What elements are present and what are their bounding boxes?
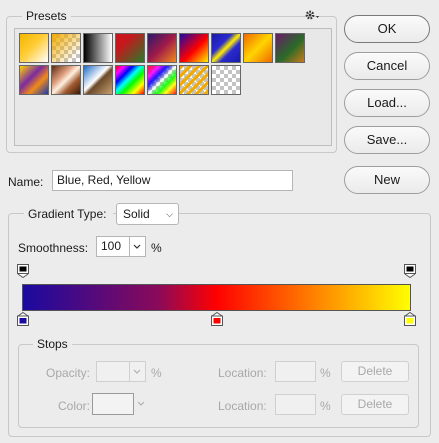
preset-swatch-fill (212, 66, 240, 94)
preset-swatch-fill (148, 66, 176, 94)
preset-swatch-blue-red-yellow[interactable] (179, 33, 209, 63)
smoothness-field[interactable]: 100 (96, 236, 130, 257)
preset-swatch-fill (52, 66, 80, 94)
preset-swatch-fill (20, 34, 48, 62)
save-button[interactable]: Save... (344, 126, 430, 154)
presets-title: Presets (22, 9, 71, 23)
preset-swatch-transparent-checker[interactable] (211, 65, 241, 95)
preset-swatch-yellow-violet-orange-blue[interactable] (19, 65, 49, 95)
color-delete-button[interactable]: Delete (341, 394, 409, 415)
chevron-down-icon (133, 369, 141, 374)
color-label: Color: (58, 399, 91, 413)
opacity-field[interactable] (96, 361, 130, 382)
opacity-stop-right[interactable] (404, 264, 416, 278)
preset-swatch-copper[interactable] (51, 65, 81, 95)
preset-swatch-fill (212, 34, 240, 62)
color-location-label: Location: (218, 399, 267, 413)
cancel-button[interactable]: Cancel (344, 52, 430, 80)
preset-swatch-fill (148, 34, 176, 62)
color-stop-yellow[interactable] (404, 312, 416, 326)
gradient-preview-bar[interactable] (22, 284, 411, 311)
smoothness-label: Smoothness: (18, 241, 89, 255)
opacity-dropdown-button[interactable] (130, 361, 146, 382)
new-button[interactable]: New (344, 166, 430, 194)
preset-swatch-foreground-to-transparent[interactable] (51, 33, 81, 63)
gradient-type-select[interactable]: Solid ⌵ (116, 203, 179, 225)
gradient-type-value: Solid (123, 207, 150, 221)
name-label: Name: (8, 175, 44, 189)
color-stop-red[interactable] (211, 312, 223, 326)
color-location-unit: % (320, 399, 331, 413)
preset-swatch-spectrum[interactable] (115, 65, 145, 95)
color-location-field[interactable] (275, 394, 316, 415)
preset-swatch-fill (116, 34, 144, 62)
smoothness-dropdown-button[interactable] (130, 236, 146, 257)
preset-swatch-fill (180, 34, 208, 62)
opacity-delete-button[interactable]: Delete (341, 361, 409, 382)
opacity-stop-left[interactable] (17, 264, 29, 278)
opacity-location-field[interactable] (275, 361, 316, 382)
preset-swatch-fill (84, 34, 112, 62)
gradient-type-label: Gradient Type: (24, 207, 113, 221)
opacity-label: Opacity: (46, 366, 91, 380)
name-field[interactable]: Blue, Red, Yellow (52, 170, 293, 191)
ok-button[interactable]: OK (344, 15, 430, 43)
stops-group (18, 344, 419, 428)
preset-swatch-orange-yellow-orange[interactable] (243, 33, 273, 63)
gear-icon[interactable] (304, 8, 322, 22)
chevron-down-icon: ⌵ (166, 209, 173, 219)
opacity-location-unit: % (320, 366, 331, 380)
preset-swatch-red-green[interactable] (115, 33, 145, 63)
preset-swatch-fill (20, 66, 48, 94)
preset-swatch-fill (276, 34, 304, 62)
opacity-location-label: Location: (218, 366, 267, 380)
preset-swatch-fill (180, 66, 208, 94)
chevron-down-icon (133, 244, 141, 249)
preset-swatch-chrome[interactable] (83, 65, 113, 95)
color-stop-blue[interactable] (17, 312, 29, 326)
preset-swatch-transparent-rainbow[interactable] (147, 65, 177, 95)
opacity-unit: % (151, 366, 162, 380)
preset-swatch-foreground-to-background[interactable] (19, 33, 49, 63)
preset-swatch-fill (116, 66, 144, 94)
stops-title: Stops (33, 337, 72, 351)
preset-swatch-black-white[interactable] (83, 33, 113, 63)
preset-swatch-violet-orange[interactable] (147, 33, 177, 63)
preset-swatch-blue-yellow-blue[interactable] (211, 33, 241, 63)
presets-swatch-grid (14, 28, 332, 146)
chevron-down-icon[interactable] (136, 398, 146, 410)
preset-swatch-violet-green-orange[interactable] (275, 33, 305, 63)
preset-swatch-fill (244, 34, 272, 62)
smoothness-unit: % (151, 241, 162, 255)
preset-swatch-transparent-stripes[interactable] (179, 65, 209, 95)
preset-swatch-fill (52, 34, 80, 62)
load-button[interactable]: Load... (344, 89, 430, 117)
preset-swatch-fill (84, 66, 112, 94)
color-swatch[interactable] (92, 393, 134, 415)
